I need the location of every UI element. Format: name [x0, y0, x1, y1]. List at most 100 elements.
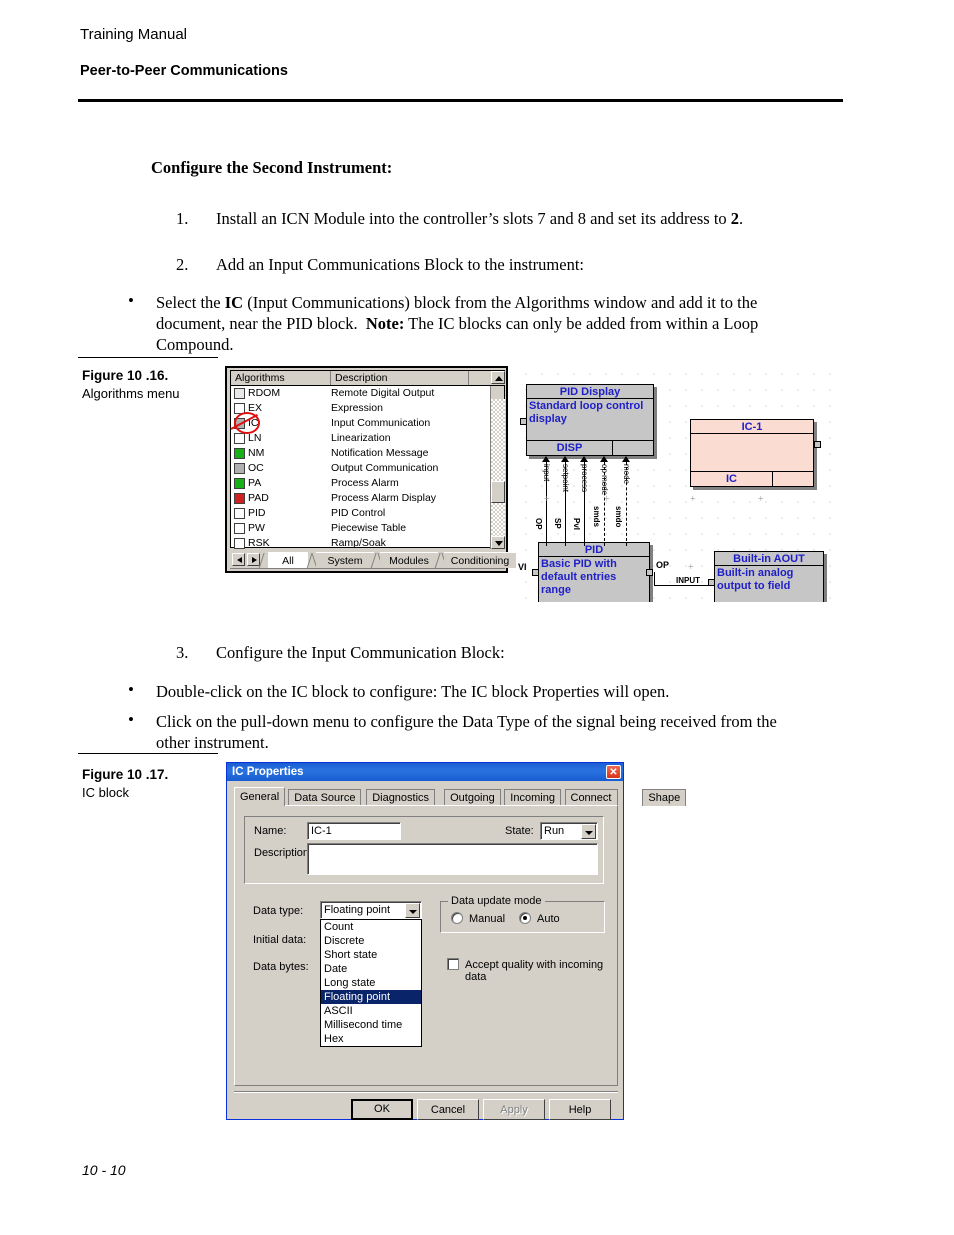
dialog-tab-connect-map[interactable]: Connect Map — [564, 789, 618, 821]
state-label: State: — [505, 825, 534, 837]
bullet-2-text: Double-click on the IC block to configur… — [156, 682, 670, 701]
dialog-tab-general[interactable]: General — [234, 787, 286, 806]
column-header-description[interactable]: Description — [331, 371, 469, 385]
block-pid-display[interactable]: PID Display Standard loop control displa… — [526, 384, 654, 456]
block-built-in-aout[interactable]: Built-in AOUT Built-in analog output to … — [714, 551, 824, 602]
tab-modules[interactable]: Modules — [370, 552, 448, 569]
algorithms-window[interactable]: Algorithms Description RDOM Remote Digita… — [225, 366, 526, 573]
dialog-title-text: IC Properties — [232, 766, 304, 778]
tab-system[interactable]: System — [306, 552, 384, 569]
tab-all-label: All — [282, 555, 294, 567]
state-combo[interactable]: Run — [540, 822, 598, 840]
port-ic-1-right[interactable] — [814, 441, 821, 448]
scrollbar-thumb[interactable] — [491, 481, 505, 503]
data-type-combo[interactable]: Floating point — [320, 901, 422, 919]
algorithm-row[interactable]: OC Output Communication — [231, 461, 491, 476]
tab-conditioning-label: Conditioning — [450, 555, 510, 567]
tab-conditioning[interactable]: Conditioning — [434, 552, 526, 569]
algorithm-row[interactable]: PW Piecewise Table — [231, 521, 491, 536]
chevron-down-icon[interactable] — [405, 903, 420, 918]
port-pid-right[interactable] — [646, 569, 653, 576]
bullet-marker: • — [128, 680, 134, 699]
signal-label-op-mode: op mode — [600, 464, 609, 496]
data-type-label: Data type: — [253, 905, 304, 917]
algorithm-row[interactable]: PAD Process Alarm Display — [231, 491, 491, 506]
scrollbar-track[interactable] — [491, 399, 505, 536]
radio-manual[interactable] — [451, 912, 463, 924]
block-ic-1-footer-label: IC — [691, 472, 773, 486]
pid-control-icon — [234, 508, 245, 519]
algorithm-name: RDOM — [248, 387, 281, 399]
algorithms-list-header: Algorithms Description — [231, 371, 505, 386]
data-type-option[interactable]: Millisecond time — [321, 1018, 421, 1032]
dialog-tab-shape[interactable]: Shape — [642, 789, 687, 806]
dialog-title-bar[interactable]: IC Properties ✕ — [227, 763, 623, 781]
data-type-dropdown-list[interactable]: Count Discrete Short state Date Long state Fl… — [320, 919, 422, 1047]
block-pid[interactable]: PID Basic PID with default entries range — [538, 542, 650, 602]
block-diagram[interactable]: PID Display Standard loop control displa… — [518, 366, 834, 602]
page-number: 10 - 10 — [82, 1162, 126, 1178]
step-1-number: 1. — [176, 209, 189, 228]
algorithm-description: Remote Digital Output — [331, 387, 435, 399]
tab-scroll-left-icon[interactable] — [232, 553, 245, 566]
process-alarm-display-icon — [234, 493, 245, 504]
data-type-option[interactable]: Floating point — [321, 990, 421, 1004]
tab-all[interactable]: All — [258, 552, 318, 569]
data-type-option[interactable]: ASCII — [321, 1004, 421, 1018]
block-pid-display-footer: DISP — [527, 440, 653, 455]
algorithms-list-rows: RDOM Remote Digital Output EX Expression IC I… — [231, 386, 491, 551]
algorithm-name: NM — [248, 447, 265, 459]
port-pid-left[interactable] — [532, 569, 539, 576]
algorithm-row[interactable]: IC Input Communication — [231, 416, 491, 431]
data-type-option[interactable]: Count — [321, 920, 421, 934]
ic-properties-dialog[interactable]: IC Properties ✕ General Data Source Diagno… — [226, 762, 687, 1120]
scroll-up-icon[interactable] — [491, 371, 505, 384]
data-type-option[interactable]: Long state — [321, 976, 421, 990]
algorithm-row[interactable]: NM Notification Message — [231, 446, 491, 461]
close-icon[interactable]: ✕ — [606, 765, 621, 779]
dialog-tab-data-source[interactable]: Data Source — [288, 789, 362, 806]
help-button[interactable]: Help — [549, 1099, 611, 1120]
scroll-down-icon[interactable] — [491, 536, 505, 549]
block-pid-body: Basic PID with default entries range — [541, 558, 617, 596]
figure-1-caption-subtitle: Algorithms menu — [82, 386, 180, 401]
radio-auto[interactable] — [519, 912, 531, 924]
name-field[interactable]: IC-1 — [307, 822, 401, 840]
algorithm-row[interactable]: PA Process Alarm — [231, 476, 491, 491]
port-pid-display-left[interactable] — [520, 418, 527, 425]
data-update-mode-group: Data update mode Manual Auto — [440, 895, 605, 933]
data-type-option[interactable]: Date — [321, 962, 421, 976]
tab-scroll-right-icon[interactable] — [247, 553, 260, 566]
dialog-tab-incoming[interactable]: Incoming — [504, 789, 561, 806]
dialog-tab-diagnostics[interactable]: Diagnostics — [366, 789, 436, 806]
data-type-option[interactable]: Short state — [321, 948, 421, 962]
data-bytes-label: Data bytes: — [253, 961, 309, 973]
data-type-option[interactable]: Discrete — [321, 934, 421, 948]
step-3-number: 3. — [176, 643, 189, 662]
block-ic-1[interactable]: IC-1 IC — [690, 419, 814, 487]
algorithm-row[interactable]: PID PID Control — [231, 506, 491, 521]
algorithm-row[interactable]: RSK Ramp/Soak — [231, 536, 491, 551]
accept-quality-checkbox[interactable] — [447, 958, 459, 970]
ok-button[interactable]: OK — [351, 1099, 413, 1120]
data-update-mode-label: Data update mode — [448, 895, 545, 907]
algorithm-description: PID Control — [331, 507, 386, 519]
column-header-algorithms[interactable]: Algorithms — [231, 371, 331, 385]
block-ic-1-footer: IC — [691, 471, 813, 486]
chevron-down-icon[interactable] — [581, 824, 596, 839]
algorithm-name: LN — [248, 432, 262, 444]
algorithm-row[interactable]: EX Expression — [231, 401, 491, 416]
algorithm-description: Input Communication — [331, 417, 431, 429]
block-ic-1-title: IC-1 — [691, 420, 813, 434]
algorithms-scrollbar[interactable] — [490, 371, 505, 549]
signal-label-pvi: PvI — [572, 518, 581, 531]
dialog-tab-outgoing[interactable]: Outgoing — [444, 789, 501, 806]
algorithm-row[interactable]: RDOM Remote Digital Output — [231, 386, 491, 401]
document-page: Training Manual Peer-to-Peer Communicati… — [0, 0, 954, 1235]
cancel-button[interactable]: Cancel — [417, 1099, 479, 1120]
state-value: Run — [544, 825, 565, 837]
description-field[interactable] — [307, 843, 598, 875]
algorithm-row[interactable]: LN Linearization — [231, 431, 491, 446]
data-type-option[interactable]: Hex — [321, 1032, 421, 1046]
remote-digital-output-icon — [234, 388, 245, 399]
